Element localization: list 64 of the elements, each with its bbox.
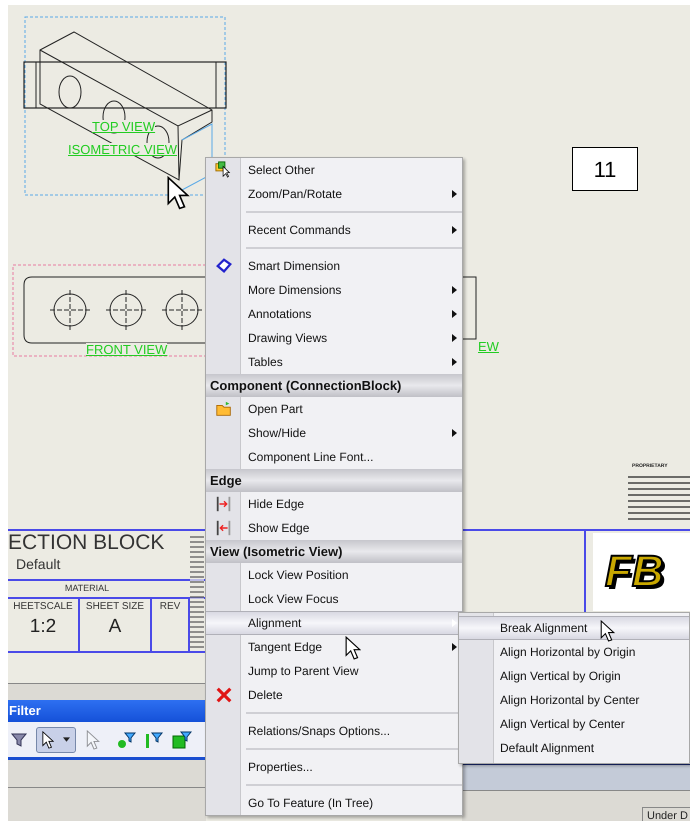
sheet-scale-value: 1:2 [30,615,56,639]
sheet-size-value: A [108,615,122,639]
view-label: FRONT VIEW [86,343,168,356]
menu-item[interactable]: Relations/Snaps Options... [206,719,462,743]
sheet-scale-label: HEETSCALE [13,600,73,614]
view-label: ISOMETRIC VIEW [68,143,178,156]
select-tool-button[interactable] [36,726,76,752]
sheet-size-label: SHEET SIZE [86,600,144,614]
show-edge-icon [214,519,232,537]
menu-item[interactable]: Default Alignment [459,736,689,760]
menu-item[interactable]: Align Horizontal by Origin [459,640,689,664]
menu-item[interactable]: Break Alignment [459,616,689,640]
pointer-cursor-icon [166,176,190,210]
menu-item[interactable]: Go To Feature (In Tree) [206,791,462,815]
menu-item[interactable]: Lock View Position [206,563,462,587]
menu-item[interactable]: Open Part [206,397,462,421]
menu-item[interactable]: Properties... [206,755,462,779]
pointer-cursor-icon [600,620,615,642]
view-label: EW [478,340,499,353]
rev-label: REV [160,600,180,614]
vertex-filter-icon [116,730,136,750]
menu-item[interactable]: Show/Hide [206,421,462,445]
faded-cursor-icon [84,730,102,750]
menu-item[interactable]: Tangent Edge [206,635,462,659]
menu-item[interactable]: Component Line Font... [206,445,462,469]
edge-filter-icon [144,730,164,750]
status-bar-text: Under D [642,807,690,821]
menu-item[interactable]: Annotations [206,302,462,326]
filter-icon [10,730,28,748]
hide-edge-icon [214,495,232,513]
menu-item[interactable]: Tables [206,350,462,374]
menu-item[interactable]: Hide Edge [206,492,462,516]
select-other-icon [214,161,232,179]
delete-icon [214,686,232,704]
menu-item[interactable]: Align Horizontal by Center [459,688,689,712]
material-label: MATERIAL [64,582,110,596]
menu-item[interactable]: Zoom/Pan/Rotate [206,182,462,206]
menu-item[interactable]: Alignment [206,611,462,635]
menu-item[interactable]: Jump to Parent View [206,659,462,683]
menu-item[interactable]: Recent Commands [206,218,462,242]
menu-item[interactable]: Show Edge [206,516,462,540]
page-number: 11 [572,147,638,191]
menu-item[interactable]: Align Vertical by Origin [459,664,689,688]
drawing-title: ECTION BLOCK [8,531,166,555]
folder-icon [214,400,232,418]
menu-section-header: Edge [206,469,462,492]
menu-item[interactable]: Smart Dimension [206,254,462,278]
dimension-icon [214,257,232,275]
menu-item[interactable]: More Dimensions [206,278,462,302]
menu-section-header: View (Isometric View) [206,540,462,563]
menu-item[interactable]: Align Vertical by Center [459,712,689,736]
face-filter-icon [172,730,192,750]
configuration-name: Default [15,555,62,573]
menu-item[interactable]: Drawing Views [206,326,462,350]
dropdown-caret-icon [63,737,70,742]
pointer-cursor-icon [345,636,361,660]
logo-text: FB [605,550,664,594]
view-label: TOP VIEW [92,120,156,133]
toolbar-title: Filter [8,702,41,720]
menu-item[interactable]: Lock View Focus [206,587,462,611]
pointer-icon [42,730,54,748]
menu-item[interactable]: Select Other [206,158,462,182]
menu-item[interactable]: Delete [206,683,462,707]
menu-section-header: Component (ConnectionBlock) [206,374,462,397]
